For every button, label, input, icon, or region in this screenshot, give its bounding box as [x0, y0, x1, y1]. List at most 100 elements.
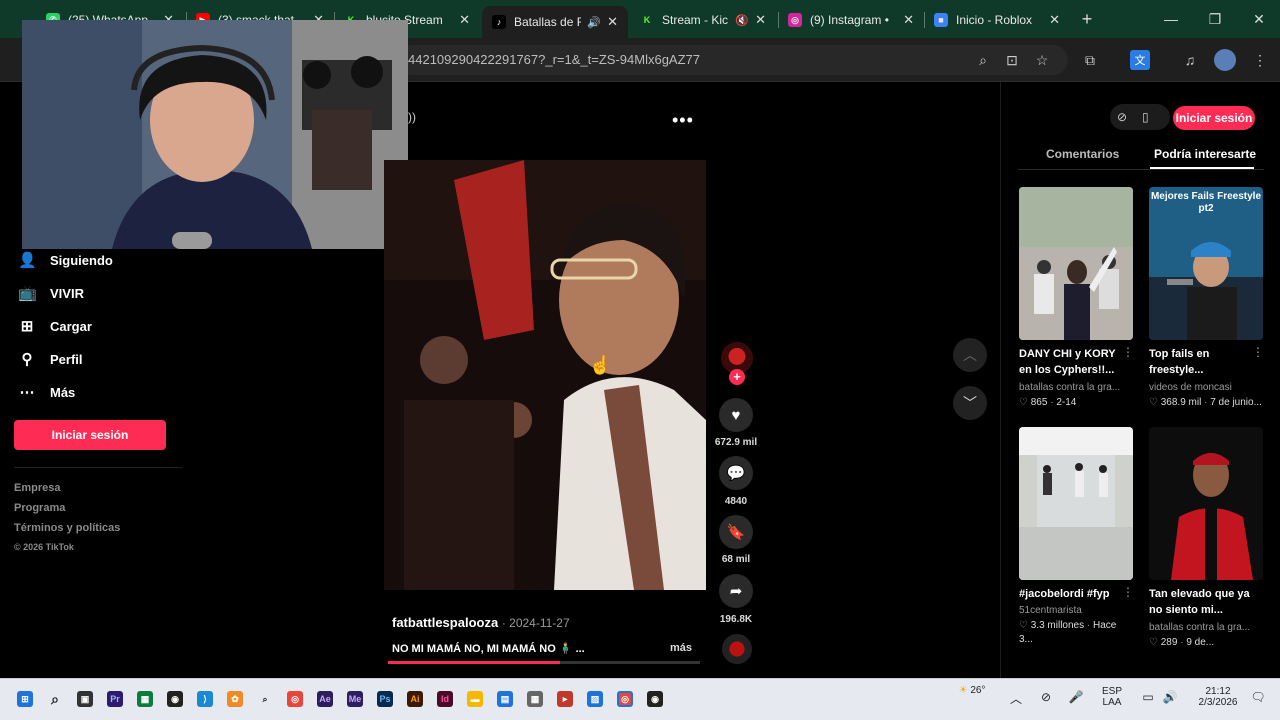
media-encoder-icon[interactable]: Me: [347, 691, 363, 707]
video-card-title[interactable]: DANY CHI y KORY en los Cyphers!!...: [1019, 346, 1123, 378]
search-app-icon[interactable]: ⌕: [257, 691, 273, 707]
compass-icon[interactable]: ⊘: [1117, 110, 1127, 124]
tab-comments[interactable]: Comentarios: [1046, 147, 1119, 161]
video-card-thumbnail[interactable]: Mejores Fails Freestyle pt2: [1149, 187, 1263, 340]
video-card-thumbnail[interactable]: [1019, 187, 1133, 340]
video-card-author[interactable]: videos de moncasi: [1149, 381, 1263, 395]
media-control-icon[interactable]: ♫: [1180, 50, 1200, 70]
url-text[interactable]: 442109290422291767?_r=1&_t=ZS-94Mlx6gAZ7…: [408, 52, 700, 67]
calculator-icon[interactable]: ▦: [527, 691, 543, 707]
music-disc-icon[interactable]: [722, 634, 752, 664]
language-indicator[interactable]: ESP LAA: [1098, 686, 1126, 708]
zoom-icon[interactable]: ⌕: [973, 50, 993, 70]
header-login-button[interactable]: Iniciar sesión: [1173, 106, 1255, 130]
network-icon[interactable]: ⊘: [1038, 690, 1054, 704]
microphone-icon[interactable]: 🎤: [1068, 690, 1084, 704]
footer-link-company[interactable]: Empresa: [14, 482, 60, 494]
photoshop-icon[interactable]: Ps: [377, 691, 393, 707]
video-card-author[interactable]: 51centmarista: [1019, 604, 1133, 618]
close-icon[interactable]: ✕: [1049, 12, 1060, 28]
after-effects-icon[interactable]: Ae: [317, 691, 333, 707]
previous-video-button[interactable]: ︿: [953, 338, 987, 372]
display-icon[interactable]: ▭: [1140, 690, 1156, 704]
tab-instagram[interactable]: ◎ (9) Instagram • ✕: [778, 6, 924, 34]
card-more-icon[interactable]: ⋮: [1122, 345, 1134, 359]
next-video-button[interactable]: ﹀: [953, 386, 987, 420]
like-button[interactable]: ♥: [719, 398, 753, 432]
video-player[interactable]: [384, 160, 706, 590]
volume-icon[interactable]: 🔊: [1162, 690, 1178, 704]
tray-overflow-icon[interactable]: ︿: [1008, 690, 1024, 707]
extensions-icon[interactable]: ⧉: [1080, 50, 1100, 70]
indesign-icon[interactable]: Id: [437, 691, 453, 707]
card-more-icon[interactable]: ⋮: [1122, 585, 1134, 599]
share-button[interactable]: ➦: [719, 574, 753, 608]
close-icon[interactable]: ✕: [755, 12, 766, 28]
notifications-icon[interactable]: 🗨: [1250, 690, 1266, 704]
close-icon[interactable]: ✕: [607, 14, 618, 30]
footer-link-terms[interactable]: Términos y políticas: [14, 522, 120, 534]
clock[interactable]: 21:12 2/3/2026: [1190, 686, 1246, 708]
notepad-icon[interactable]: ▤: [497, 691, 513, 707]
chevron-down-icon: ﹀: [963, 395, 977, 411]
translate-icon[interactable]: 文: [1130, 50, 1150, 70]
close-icon[interactable]: ✕: [903, 12, 914, 28]
login-button[interactable]: Iniciar sesión: [14, 420, 166, 450]
folder-icon[interactable]: ▬: [467, 691, 483, 707]
save-button[interactable]: 🔖: [719, 515, 753, 549]
video-author[interactable]: fatbattlespalooza · 2024-11-27: [392, 615, 570, 630]
app-icon[interactable]: ✿: [227, 691, 243, 707]
tab-tiktok-active[interactable]: ♪ Batallas de F 🔊 ✕: [482, 6, 628, 38]
restore-button[interactable]: ❐: [1200, 6, 1230, 32]
photos-icon[interactable]: ▨: [587, 691, 603, 707]
tab-kick-stream[interactable]: K Stream - Kic 🔇 ✕: [630, 6, 776, 34]
sidebar-item-more[interactable]: ⋯ Más: [18, 381, 76, 403]
browser-menu-icon[interactable]: ⋮: [1250, 50, 1270, 70]
weather-widget[interactable]: ☀ 26°: [958, 685, 986, 696]
sidebar-item-live[interactable]: 📺 VIVIR: [18, 282, 84, 304]
comment-button[interactable]: 💬: [719, 456, 753, 490]
video-card-title[interactable]: Tan elevado que ya no siento mi...: [1149, 586, 1253, 618]
video-card-author[interactable]: batallas contra la gra...: [1019, 381, 1133, 395]
chrome-icon[interactable]: ◎: [287, 691, 303, 707]
video-app-icon[interactable]: ▶: [557, 691, 573, 707]
tab-suggested[interactable]: Podría interesarte: [1154, 147, 1256, 161]
install-app-icon[interactable]: ⊡: [1002, 50, 1022, 70]
video-card-author[interactable]: batallas contra la gra...: [1149, 621, 1263, 635]
more-options-icon[interactable]: •••: [672, 110, 694, 131]
sidebar-item-upload[interactable]: ⊞ Cargar: [18, 315, 92, 337]
card-more-icon[interactable]: ⋮: [1252, 345, 1264, 359]
speaker-icon[interactable]: 🔊: [587, 16, 601, 29]
video-card-title[interactable]: #jacobelordi #fyp: [1019, 586, 1123, 602]
bookmark-star-icon[interactable]: ☆: [1032, 50, 1052, 70]
vscode-icon[interactable]: ⟩: [197, 691, 213, 707]
obs-icon[interactable]: ◉: [167, 691, 183, 707]
sidebar-item-profile[interactable]: ⚲ Perfil: [18, 348, 83, 370]
premiere-icon[interactable]: Pr: [107, 691, 123, 707]
minimize-button[interactable]: —: [1156, 6, 1186, 32]
mobile-icon[interactable]: ▯: [1142, 110, 1149, 124]
task-view-icon[interactable]: ▣: [77, 691, 93, 707]
caption-more-link[interactable]: más: [670, 642, 692, 654]
close-window-button[interactable]: ✕: [1244, 6, 1274, 32]
heart-icon: ♥: [731, 406, 741, 424]
follow-plus-icon[interactable]: +: [729, 369, 745, 385]
profile-avatar-icon[interactable]: [1214, 49, 1236, 71]
new-tab-button[interactable]: +: [1076, 8, 1098, 30]
illustrator-icon[interactable]: Ai: [407, 691, 423, 707]
video-card-thumbnail[interactable]: [1019, 427, 1133, 580]
sidebar-item-following[interactable]: 👤 Siguiendo: [18, 249, 113, 271]
search-icon[interactable]: ⌕: [47, 691, 63, 707]
author-name[interactable]: fatbattlespalooza: [392, 615, 498, 630]
obs-studio-icon[interactable]: ◉: [647, 691, 663, 707]
chrome-active-icon[interactable]: ◎: [617, 691, 633, 707]
muted-speaker-icon[interactable]: 🔇: [735, 14, 749, 27]
excel-like-icon[interactable]: ▦: [137, 691, 153, 707]
tab-roblox[interactable]: ■ Inicio - Roblox ✕: [924, 6, 1070, 34]
sound-icon[interactable]: )): [408, 110, 416, 124]
video-card-thumbnail[interactable]: [1149, 427, 1263, 580]
start-icon[interactable]: ⊞: [17, 691, 33, 707]
close-icon[interactable]: ✕: [459, 12, 470, 28]
footer-link-program[interactable]: Programa: [14, 502, 65, 514]
video-card-title[interactable]: Top fails en freestyle...: [1149, 346, 1253, 378]
